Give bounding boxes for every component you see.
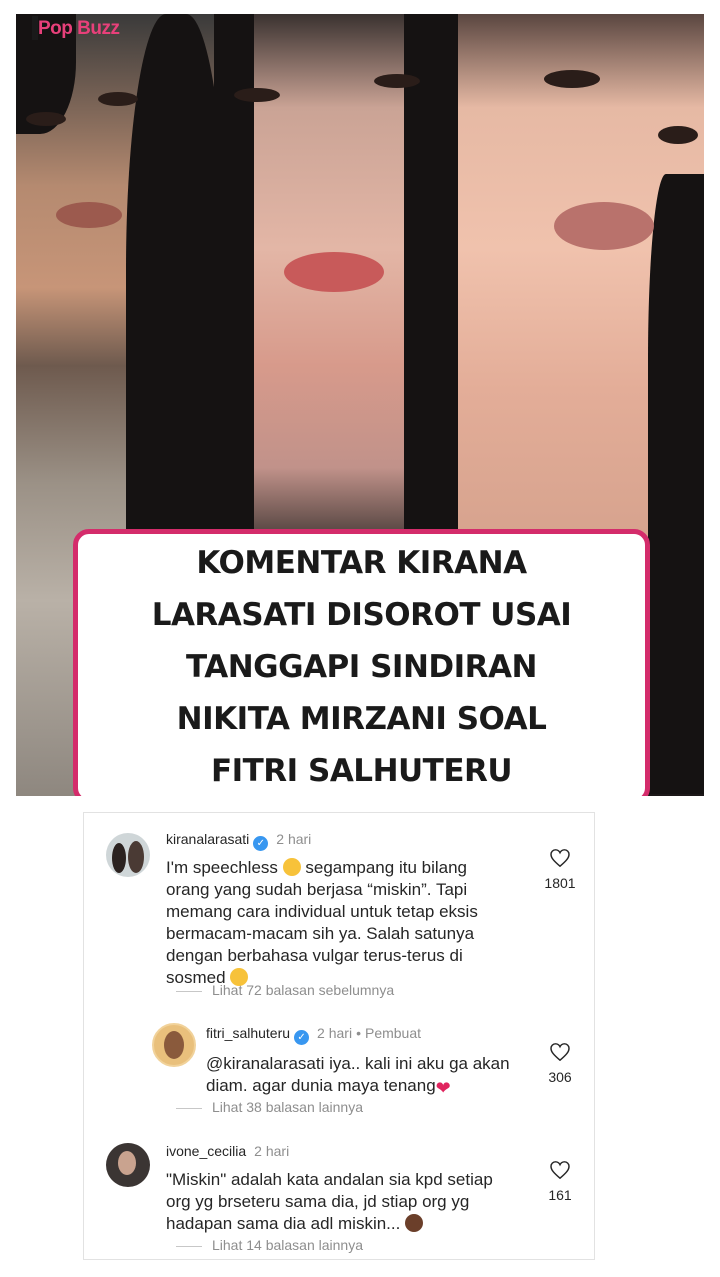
divider <box>176 1107 202 1109</box>
comment-text: I'm speechless segampang itu bilang oran… <box>166 858 478 987</box>
divider <box>176 990 202 992</box>
avatar[interactable] <box>106 1143 150 1187</box>
separator-dot: • <box>356 1025 361 1041</box>
creator-label: Pembuat <box>364 1025 422 1041</box>
like-count: 1801 <box>544 875 576 891</box>
verified-badge-icon: ✓ <box>294 1030 310 1045</box>
view-replies-link[interactable]: Lihat 38 balasan lainnya <box>176 1099 363 1115</box>
like-button[interactable]: 161 <box>540 1161 580 1203</box>
comment-header: fitri_salhuteru ✓ 2 hari • Pembuat <box>206 1025 421 1045</box>
view-replies-link[interactable]: Lihat 14 balasan lainnya <box>176 1237 363 1253</box>
like-button[interactable]: 1801 <box>540 849 580 891</box>
person-facepalming-emoji-icon <box>405 1214 424 1232</box>
sweat-smile-emoji-icon <box>282 858 301 876</box>
red-heart-emoji-icon: ❤ <box>435 1078 451 1098</box>
heart-icon <box>550 849 570 867</box>
headline-line: FITRI SALHUTERU <box>210 752 513 789</box>
heart-icon <box>550 1161 570 1179</box>
headline-line: TANGGAPI SINDIRAN <box>186 648 537 685</box>
comment-text: @kiranalarasati iya.. kali ini aku ga ak… <box>206 1054 510 1098</box>
username[interactable]: fitri_salhuteru <box>206 1025 290 1041</box>
timestamp: 2 hari <box>254 1143 290 1159</box>
headline-line: KOMENTAR KIRANA <box>196 544 527 581</box>
like-button[interactable]: 306 <box>540 1043 580 1085</box>
brand-logo: Pop Buzz <box>38 18 120 39</box>
headline-line: NIKITA MIRZANI SOAL <box>176 700 547 737</box>
heart-icon <box>550 1043 570 1061</box>
headline-line: LARASATI DISOROT USAI <box>151 596 572 633</box>
like-count: 161 <box>548 1187 572 1203</box>
comments-card: kiranalarasati ✓ 2 hari I'm speechless seg… <box>83 812 595 1260</box>
view-replies-link[interactable]: Lihat 72 balasan sebelumnya <box>176 982 394 998</box>
verified-badge-icon: ✓ <box>253 836 269 851</box>
timestamp: 2 hari <box>276 831 312 847</box>
comment-header: kiranalarasati ✓ 2 hari <box>166 831 311 851</box>
username[interactable]: kiranalarasati <box>166 831 249 847</box>
avatar[interactable] <box>152 1023 196 1067</box>
avatar[interactable] <box>106 833 150 877</box>
divider <box>176 1245 202 1247</box>
like-count: 306 <box>548 1069 572 1085</box>
comment-header: ivone_cecilia 2 hari <box>166 1143 289 1159</box>
timestamp: 2 hari <box>317 1025 353 1041</box>
headline-box: KOMENTAR KIRANA LARASATI DISOROT USAI TA… <box>73 529 650 796</box>
username[interactable]: ivone_cecilia <box>166 1143 246 1159</box>
comment-text: "Miskin" adalah kata andalan sia kpd set… <box>166 1170 493 1233</box>
news-image-collage: Pop Buzz KOMENTAR KIRANA LARASATI DISORO… <box>16 14 704 796</box>
